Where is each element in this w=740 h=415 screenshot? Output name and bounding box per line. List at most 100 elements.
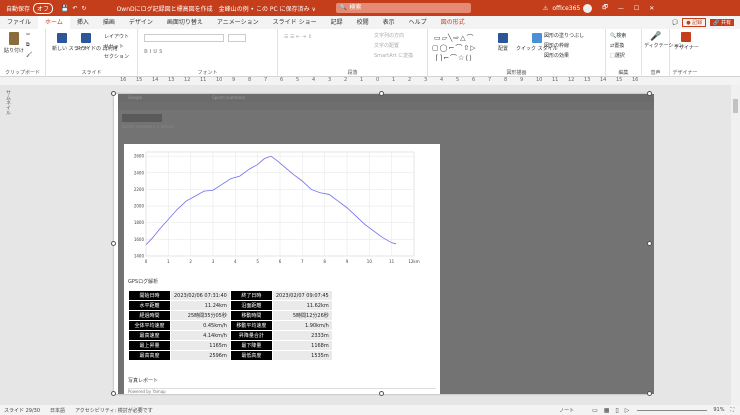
font-name-select[interactable]	[144, 34, 224, 42]
tab-insert[interactable]: 挿入	[70, 16, 96, 29]
resize-handle-bottom[interactable]	[379, 391, 384, 396]
account-name[interactable]: office365	[552, 5, 580, 12]
undo-icon[interactable]: ↶	[73, 5, 78, 12]
autosave-toggle[interactable]: オフ	[33, 2, 54, 14]
vertical-scrollbar[interactable]	[731, 85, 740, 405]
tab-view[interactable]: 表示	[376, 16, 402, 29]
share-button[interactable]: 🔗 共有	[710, 19, 734, 26]
dictate-button[interactable]: 🎤 ディクテーション	[644, 32, 684, 49]
reset-button[interactable]: リセット	[104, 43, 124, 50]
tab-picture-format[interactable]: 図の形式	[434, 16, 472, 29]
fit-slide-icon[interactable]: ⛶	[730, 407, 734, 413]
y-tick-label: 2400	[134, 170, 145, 175]
search-box[interactable]: 🔍 検索	[335, 3, 471, 13]
slides-label: スライド	[81, 70, 102, 76]
restore-button[interactable]: 🗗	[602, 3, 608, 13]
tab-design[interactable]: デザイン	[122, 16, 160, 29]
align-text-button[interactable]: 文字の配置	[374, 42, 399, 49]
smartart-button[interactable]: SmartArt に変換	[374, 52, 413, 59]
shapes-gallery[interactable]: ▭▱╲⇨△⌒ ▢◯⌐⌒⇧▷ ⌈⌉⌐⌒☆⟨⟩	[432, 33, 477, 63]
maximize-button[interactable]: ☐	[634, 5, 639, 12]
tab-draw[interactable]: 描画	[96, 16, 122, 29]
thumbnails-label[interactable]: サムネイル	[5, 90, 12, 115]
tab-file[interactable]: ファイル	[0, 16, 38, 29]
resize-handle-tl[interactable]	[111, 91, 116, 96]
ruler-mark: 2	[408, 77, 412, 83]
reading-view-icon[interactable]: ▯	[615, 407, 618, 414]
cut-icon[interactable]: ✂	[26, 32, 30, 38]
tab-home[interactable]: ホーム	[38, 15, 70, 30]
table-row: 最高高度 2596m 最低高度 1535m	[128, 350, 333, 361]
text-direction-button[interactable]: 文字列の方向	[374, 32, 404, 39]
x-tick-label: 6	[279, 259, 282, 264]
save-icon[interactable]: 💾	[61, 5, 68, 12]
document-title[interactable]: OwnDにログ記録図と標高図を作成 金峰山の例 • この PC に保存済み ∨	[117, 4, 316, 13]
resize-handle-top[interactable]	[379, 91, 384, 96]
language-status[interactable]: 日本語	[50, 407, 65, 414]
find-button[interactable]: 🔍検索	[610, 32, 626, 39]
layout-button[interactable]: レイアウト	[104, 33, 129, 40]
copy-icon[interactable]: ⧉	[26, 42, 30, 48]
replace-button[interactable]: ⇄置換	[610, 42, 624, 49]
tab-review[interactable]: 校閲	[350, 16, 376, 29]
bold-button[interactable]: B I U S	[144, 49, 163, 55]
y-tick-label: 1800	[134, 220, 145, 225]
designer-button[interactable]: デザイナー	[674, 32, 699, 51]
reuse-slides-button[interactable]: スライドの 再利用	[76, 33, 118, 52]
warning-icon[interactable]: ⚠	[543, 5, 548, 12]
stat-label: 最上昇量	[128, 340, 171, 351]
zoom-slider[interactable]	[637, 409, 708, 411]
section-button[interactable]: セクション	[104, 53, 129, 60]
avatar[interactable]	[583, 3, 593, 13]
tab-help[interactable]: ヘルプ	[402, 16, 434, 29]
shape-fill-button[interactable]: 図形の塗りつぶし	[544, 32, 584, 39]
breadcrumb: Sports summary > details	[122, 124, 175, 129]
resize-handle-bl[interactable]	[111, 391, 116, 396]
ruler-mark: 3	[328, 77, 332, 83]
resize-handle-right[interactable]	[647, 241, 652, 246]
redo-icon[interactable]: ↻	[82, 5, 87, 12]
new-slide-button[interactable]: 新しい スライド	[52, 33, 89, 52]
zoom-level[interactable]: 91%	[713, 407, 724, 413]
browser-address-bar	[118, 102, 654, 110]
scroll-thumb[interactable]	[733, 99, 738, 113]
bullets-icon[interactable]: ☰ ☰ ⇤ ⇥ ↕	[284, 34, 312, 40]
y-tick-label: 2000	[134, 204, 145, 209]
stat-value: 11.24km	[170, 300, 231, 311]
stat-label: 最高高度	[128, 350, 171, 361]
normal-view-icon[interactable]: ▭	[592, 407, 598, 414]
ruler-mark: 15	[616, 77, 623, 83]
search-label: 検索	[349, 4, 362, 11]
resize-handle-tr[interactable]	[647, 91, 652, 96]
stat-label: 移動平均速度	[229, 320, 273, 331]
minimize-button[interactable]: —	[618, 5, 624, 12]
x-tick-label: 0	[145, 259, 148, 264]
record-button[interactable]: ● 記録	[682, 18, 707, 27]
stat-label: 最低高度	[229, 350, 273, 361]
shape-outline-button[interactable]: 図形の枠線	[544, 42, 569, 49]
shape-effect-button[interactable]: 図形の効果	[544, 52, 569, 59]
close-button[interactable]: ✕	[649, 5, 654, 12]
slideshow-icon[interactable]: ▷	[625, 407, 630, 414]
pasted-screenshot-image[interactable]: Google Sports summary Sports summary > de…	[118, 94, 654, 394]
ruler-mark: 1	[360, 77, 364, 83]
format-painter-icon[interactable]: 🖌	[26, 52, 32, 58]
stat-value: 25時間35分05秒	[170, 310, 231, 321]
resize-handle-br[interactable]	[647, 391, 652, 396]
comment-icon[interactable]: 💬	[672, 20, 678, 26]
notes-button[interactable]: ノート	[559, 407, 574, 414]
font-size-select[interactable]	[228, 34, 246, 42]
photo-report-title: 写真レポート	[128, 378, 159, 384]
tab-animations[interactable]: アニメーション	[210, 16, 266, 29]
paste-button[interactable]: 貼り付け	[4, 32, 24, 54]
ruler-mark: 14	[152, 77, 159, 83]
arrange-button[interactable]: 配置	[498, 33, 508, 52]
resize-handle-left[interactable]	[111, 241, 116, 246]
y-tick-label: 1600	[134, 237, 145, 242]
tab-slideshow[interactable]: スライド ショー	[266, 16, 324, 29]
tab-record[interactable]: 記録	[324, 16, 350, 29]
slide-sorter-icon[interactable]: ▦	[604, 407, 610, 414]
accessibility-status[interactable]: アクセシビリティ: 検討が必要です	[75, 407, 153, 414]
select-button[interactable]: ⬚選択	[610, 52, 625, 59]
tab-transitions[interactable]: 画面切り替え	[160, 16, 210, 29]
